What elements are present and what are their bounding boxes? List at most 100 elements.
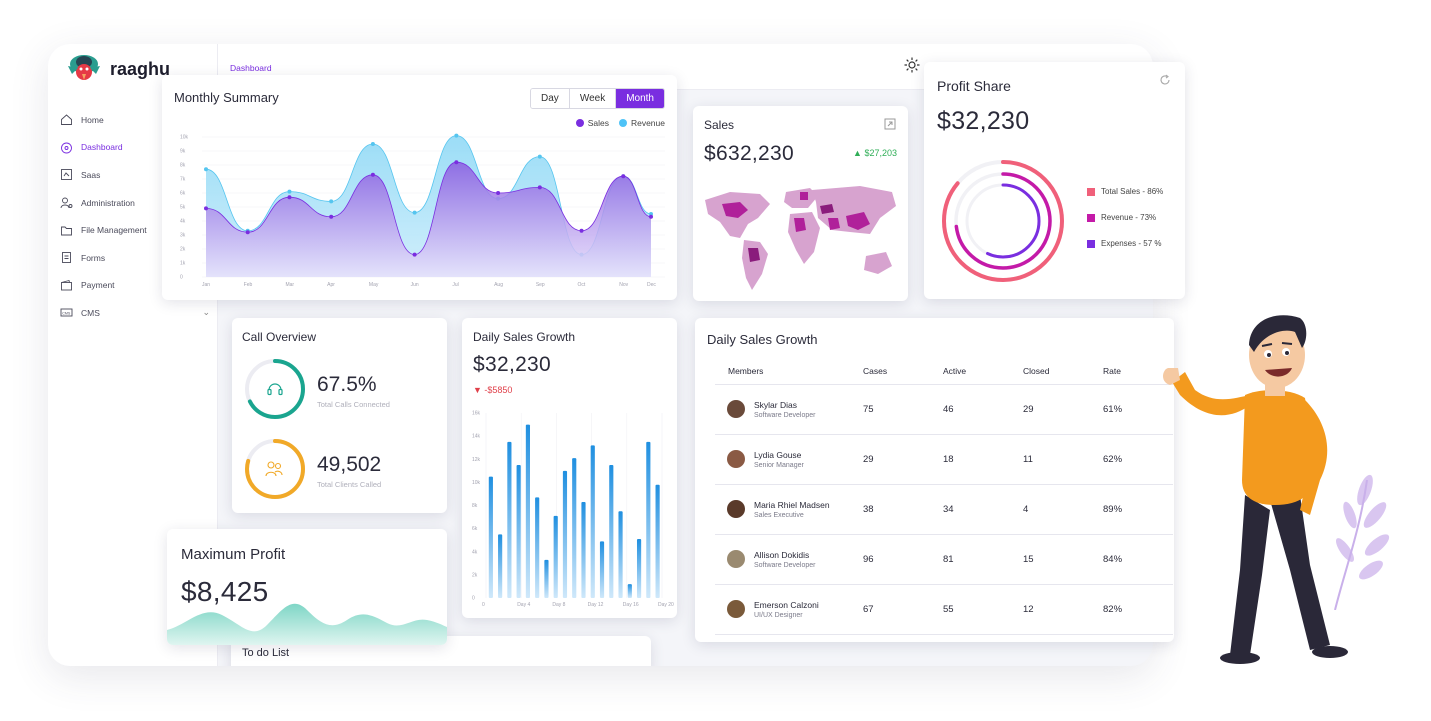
y-tick-label: 7k — [180, 177, 186, 183]
x-tick-label: Dec — [647, 282, 656, 288]
active-cell: 81 — [943, 534, 1023, 585]
sun-icon[interactable] — [904, 57, 920, 73]
point-sales — [537, 185, 542, 190]
bar — [516, 465, 521, 598]
column-header-active[interactable]: Active — [943, 358, 1023, 385]
table-row[interactable]: Lydia Gouse Senior Manager 29 18 11 62% — [715, 434, 1173, 485]
member-role: UI/UX Designer — [754, 611, 803, 619]
avatar — [727, 400, 745, 418]
active-cell: 55 — [943, 584, 1023, 635]
sales-change: ▲ $27,203 — [853, 148, 897, 158]
table-row[interactable]: Emerson Calzoni UI/UX Designer 67 55 12 82% — [715, 584, 1173, 635]
member-cell: Emerson Calzoni UI/UX Designer — [715, 584, 863, 635]
bar — [507, 441, 512, 598]
member-cell: Skylar Dias Software Developer — [715, 384, 863, 435]
member-role: Senior Manager — [754, 461, 804, 469]
administration-icon — [60, 197, 73, 209]
column-header-closed[interactable]: Closed — [1023, 358, 1103, 385]
monthly-summary-card: Monthly Summary Day Week Month Sales Rev… — [162, 75, 677, 300]
calls-connected-label: Total Calls Connected — [317, 400, 390, 409]
call-overview-title: Call Overview — [242, 330, 317, 344]
y-tick-label: 2k — [472, 572, 478, 578]
active-cell: 18 — [943, 434, 1023, 485]
y-tick-label: 4k — [472, 549, 478, 555]
bar — [609, 465, 614, 598]
point-revenue — [537, 154, 542, 159]
call-overview-card: Call Overview 67.5% Total Calls Connecte… — [232, 318, 447, 513]
profit-share-legend-item[interactable]: Total Sales - 86% — [1087, 187, 1163, 196]
y-tick-label: 3k — [180, 233, 186, 239]
x-tick-label: Oct — [578, 282, 586, 288]
legend-label: Expenses - 57 % — [1101, 239, 1162, 248]
point-sales — [649, 214, 653, 219]
closed-cell: 15 — [1023, 534, 1103, 585]
member: Maria Rhiel Madsen Sales Executive — [715, 500, 863, 519]
monthly-summary-chart: 0 1k 2k 3k 4k 5k 6k 7k 8k 9k 10k Jan Feb Mar Apr May Jun… — [180, 133, 665, 288]
profit-share-legend-item[interactable]: Expenses - 57 % — [1087, 239, 1161, 248]
x-tick-label: 0 — [482, 602, 485, 608]
bar — [535, 497, 540, 598]
y-tick-label: 0 — [180, 275, 183, 281]
x-tick-label: Sep — [536, 282, 545, 288]
profit-share-rings — [942, 160, 1064, 282]
svg-text:CMS: CMS — [62, 312, 71, 316]
x-tick-label: Day 12 — [588, 602, 604, 608]
closed-cell: 12 — [1023, 584, 1103, 635]
point-sales — [621, 174, 626, 179]
y-tick-label: 5k — [180, 205, 186, 211]
profit-share-value: $32,230 — [937, 107, 1030, 135]
y-tick-label: 12k — [472, 457, 481, 463]
column-header-members[interactable]: Members — [715, 358, 863, 385]
sidebar-item-label: Payment — [81, 280, 115, 291]
column-header-cases[interactable]: Cases — [863, 358, 943, 385]
x-tick-label: Jul — [452, 282, 458, 288]
bar — [636, 539, 642, 598]
table-row[interactable]: Maria Rhiel Madsen Sales Executive 38 34 4 89… — [715, 484, 1173, 535]
parrot-logo-icon — [68, 55, 100, 80]
profit-share-title: Profit Share — [937, 78, 1011, 94]
point-sales — [370, 172, 375, 177]
people-icon — [265, 461, 283, 477]
sidebar-item-label: File Management — [81, 225, 147, 236]
export-icon[interactable] — [884, 118, 896, 130]
world-map — [705, 186, 896, 290]
brand[interactable]: raaghu — [64, 52, 170, 86]
x-tick-label: Jun — [411, 282, 419, 288]
presenter-character-illustration — [1163, 315, 1348, 664]
brand-name: raaghu — [110, 58, 171, 79]
table-row[interactable]: Allison Dokidis Software Developer 96 81 15 8… — [715, 534, 1173, 585]
bar — [562, 470, 568, 598]
x-tick-label: Aug — [494, 282, 503, 288]
calls-connected-value: 67.5% — [317, 373, 377, 396]
clients-called-value: 49,502 — [317, 453, 382, 476]
dashboard-icon — [61, 142, 72, 154]
sidebar-item-label: Home — [81, 114, 104, 125]
avatar — [727, 550, 745, 568]
clients-called-label: Total Clients Called — [317, 480, 382, 489]
saas-icon — [61, 169, 72, 181]
bar — [618, 511, 623, 598]
breadcrumb[interactable]: Dashboard — [230, 63, 272, 73]
avatar — [727, 600, 745, 618]
point-sales — [245, 230, 250, 235]
cases-cell: 38 — [863, 484, 943, 535]
y-tick-label: 6k — [472, 526, 478, 532]
chevron-down-icon[interactable]: ⌄ — [202, 307, 210, 318]
x-tick-label: Mar — [285, 282, 294, 288]
closed-cell: 11 — [1023, 434, 1103, 485]
bar — [572, 458, 577, 598]
cases-cell: 29 — [863, 434, 943, 485]
member: Lydia Gouse Senior Manager — [715, 450, 863, 469]
daily-sales-bar-chart: 0 2k 4k 6k 8k 10k 12k 14k 16k 0 Day 4 Day 8 Day 12 Da… — [472, 411, 674, 609]
profit-share-legend-item[interactable]: Revenue - 73% — [1087, 213, 1156, 222]
table-row[interactable]: Skylar Dias Software Developer 75 46 29 61% — [715, 384, 1173, 435]
point-sales — [496, 191, 501, 195]
sidebar-item-cms[interactable]: CMS CMS ⌄ — [60, 299, 210, 327]
refresh-icon[interactable] — [1159, 74, 1171, 86]
member: Allison Dokidis Software Developer — [715, 550, 863, 569]
point-sales — [412, 252, 417, 257]
point-sales — [454, 160, 459, 165]
y-tick-label: 10k — [472, 480, 481, 486]
x-tick-label: May — [369, 282, 379, 288]
wallet-icon — [61, 279, 72, 291]
